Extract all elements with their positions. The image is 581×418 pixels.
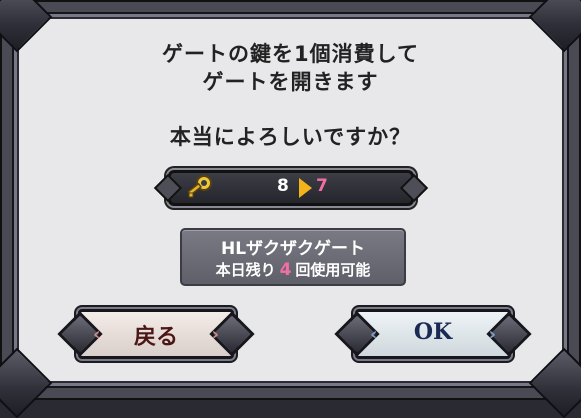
key-count-current: 8	[277, 176, 289, 196]
remaining-suffix: 回使用可能	[295, 261, 371, 279]
gate-info-box: HLザクザクゲート 本日残り 4 回使用可能	[180, 228, 406, 286]
ok-button-label: OK	[413, 319, 453, 345]
gate-name: HLザクザクゲート	[220, 239, 366, 259]
frame-corner-ornament	[0, 347, 53, 418]
key-icon	[187, 175, 212, 198]
message-line-1: ゲートの鍵を1個消費して	[162, 42, 419, 66]
remaining-prefix: 本日残り	[215, 261, 276, 279]
key-count-bar: 8 7	[168, 170, 414, 206]
gate-remaining-uses: 本日残り 4 回使用可能	[182, 259, 404, 280]
back-button[interactable]: ‹ › 戻る	[57, 309, 255, 359]
message-line-2: ゲートを開きます	[202, 70, 379, 94]
back-button-label: 戻る	[133, 324, 178, 350]
frame-corner-ornament	[528, 347, 581, 418]
confirm-question: 本当によろしいですか？	[169, 125, 412, 149]
ok-button[interactable]: ‹ › OK	[334, 309, 532, 359]
remaining-count: 4	[279, 260, 292, 280]
arrow-right-icon	[299, 178, 312, 198]
key-count-after: 7	[316, 176, 328, 196]
